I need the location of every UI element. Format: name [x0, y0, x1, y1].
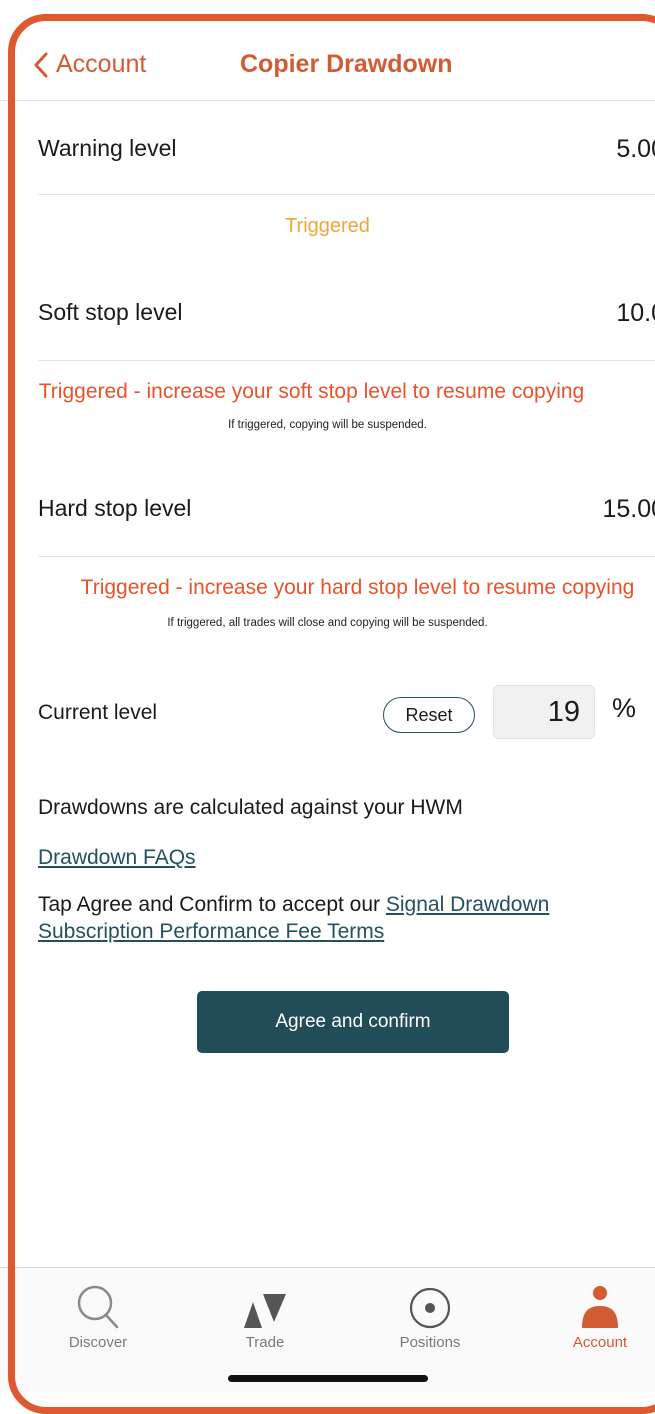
terms-prefix: Tap Agree and Confirm to accept our	[38, 893, 381, 916]
soft-stop-status: Triggered - increase your soft stop leve…	[38, 380, 585, 403]
warning-level-label: Warning level	[38, 135, 177, 161]
tab-label-positions: Positions	[399, 1334, 461, 1351]
divider	[38, 556, 655, 557]
hwm-text: Drawdowns are calculated against your HW…	[38, 796, 463, 819]
hard-stop-status: Triggered - increase your hard stop leve…	[80, 576, 635, 599]
percent-unit: %	[612, 693, 637, 723]
hard-stop-value[interactable]: 15.00	[602, 495, 655, 524]
current-level-input[interactable]: 19	[493, 685, 595, 739]
terms-text: Tap Agree and Confirm to accept our Sign…	[38, 893, 549, 917]
home-indicator	[228, 1375, 428, 1382]
hard-stop-label: Hard stop level	[38, 495, 192, 521]
divider	[38, 360, 655, 361]
tab-label-trade: Trade	[245, 1334, 285, 1351]
divider	[38, 194, 655, 195]
back-label: Account	[56, 50, 147, 78]
person-icon	[582, 1286, 618, 1328]
soft-stop-value[interactable]: 10.0	[616, 299, 655, 328]
positions-target-icon	[409, 1287, 451, 1329]
tab-positions[interactable]: Positions	[360, 1278, 500, 1351]
soft-stop-note: If triggered, copying will be suspended.	[228, 419, 427, 431]
soft-stop-label: Soft stop level	[38, 299, 183, 325]
tab-trade[interactable]: Trade	[195, 1278, 335, 1351]
terms-link-line2[interactable]: Subscription Performance Fee Terms	[38, 920, 384, 944]
nav-bar: Account Copier Drawdown	[0, 24, 655, 101]
tab-label-discover: Discover	[68, 1334, 128, 1351]
agree-confirm-button[interactable]: Agree and confirm	[197, 991, 509, 1053]
search-icon	[77, 1285, 119, 1329]
page-title: Copier Drawdown	[240, 50, 453, 78]
warning-status: Triggered	[285, 215, 370, 237]
tab-bar: Discover Trade Positions Account	[0, 1267, 655, 1392]
hard-stop-note: If triggered, all trades will close and …	[167, 617, 488, 629]
terms-link-line1[interactable]: Signal Drawdown	[386, 893, 549, 916]
tab-label-account: Account	[572, 1334, 628, 1351]
back-button[interactable]: Account	[34, 50, 146, 79]
reset-button[interactable]: Reset	[383, 697, 475, 733]
warning-level-value[interactable]: 5.00	[616, 135, 655, 164]
tab-account[interactable]: Account	[530, 1278, 655, 1351]
trade-triangles-icon	[244, 1294, 286, 1328]
current-level-label: Current level	[38, 701, 158, 724]
screen: Account Copier Drawdown Warning level 5.…	[0, 0, 655, 1392]
drawdown-faq-link[interactable]: Drawdown FAQs	[38, 846, 196, 870]
chevron-left-icon	[34, 52, 48, 77]
tab-discover[interactable]: Discover	[28, 1278, 168, 1351]
